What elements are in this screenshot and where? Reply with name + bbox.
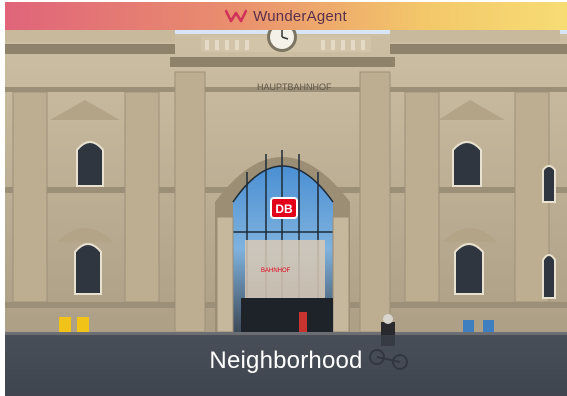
facade-sign: HAUPTBAHNHOF	[257, 82, 332, 92]
w-chevron-logo-icon	[225, 9, 248, 23]
brand-logo-group[interactable]: WunderAgent	[225, 8, 347, 25]
caption-overlay: Neighborhood	[5, 335, 567, 396]
db-logo: DB	[275, 202, 293, 216]
neighborhood-card[interactable]: HAUPTBAHNHOF BAHNHOF DB WunderAgent Neig…	[5, 2, 567, 396]
card-caption: Neighborhood	[209, 347, 363, 374]
brand-header: WunderAgent	[5, 2, 567, 30]
inner-sign: BAHNHOF	[261, 268, 291, 274]
brand-name: WunderAgent	[253, 7, 347, 25]
